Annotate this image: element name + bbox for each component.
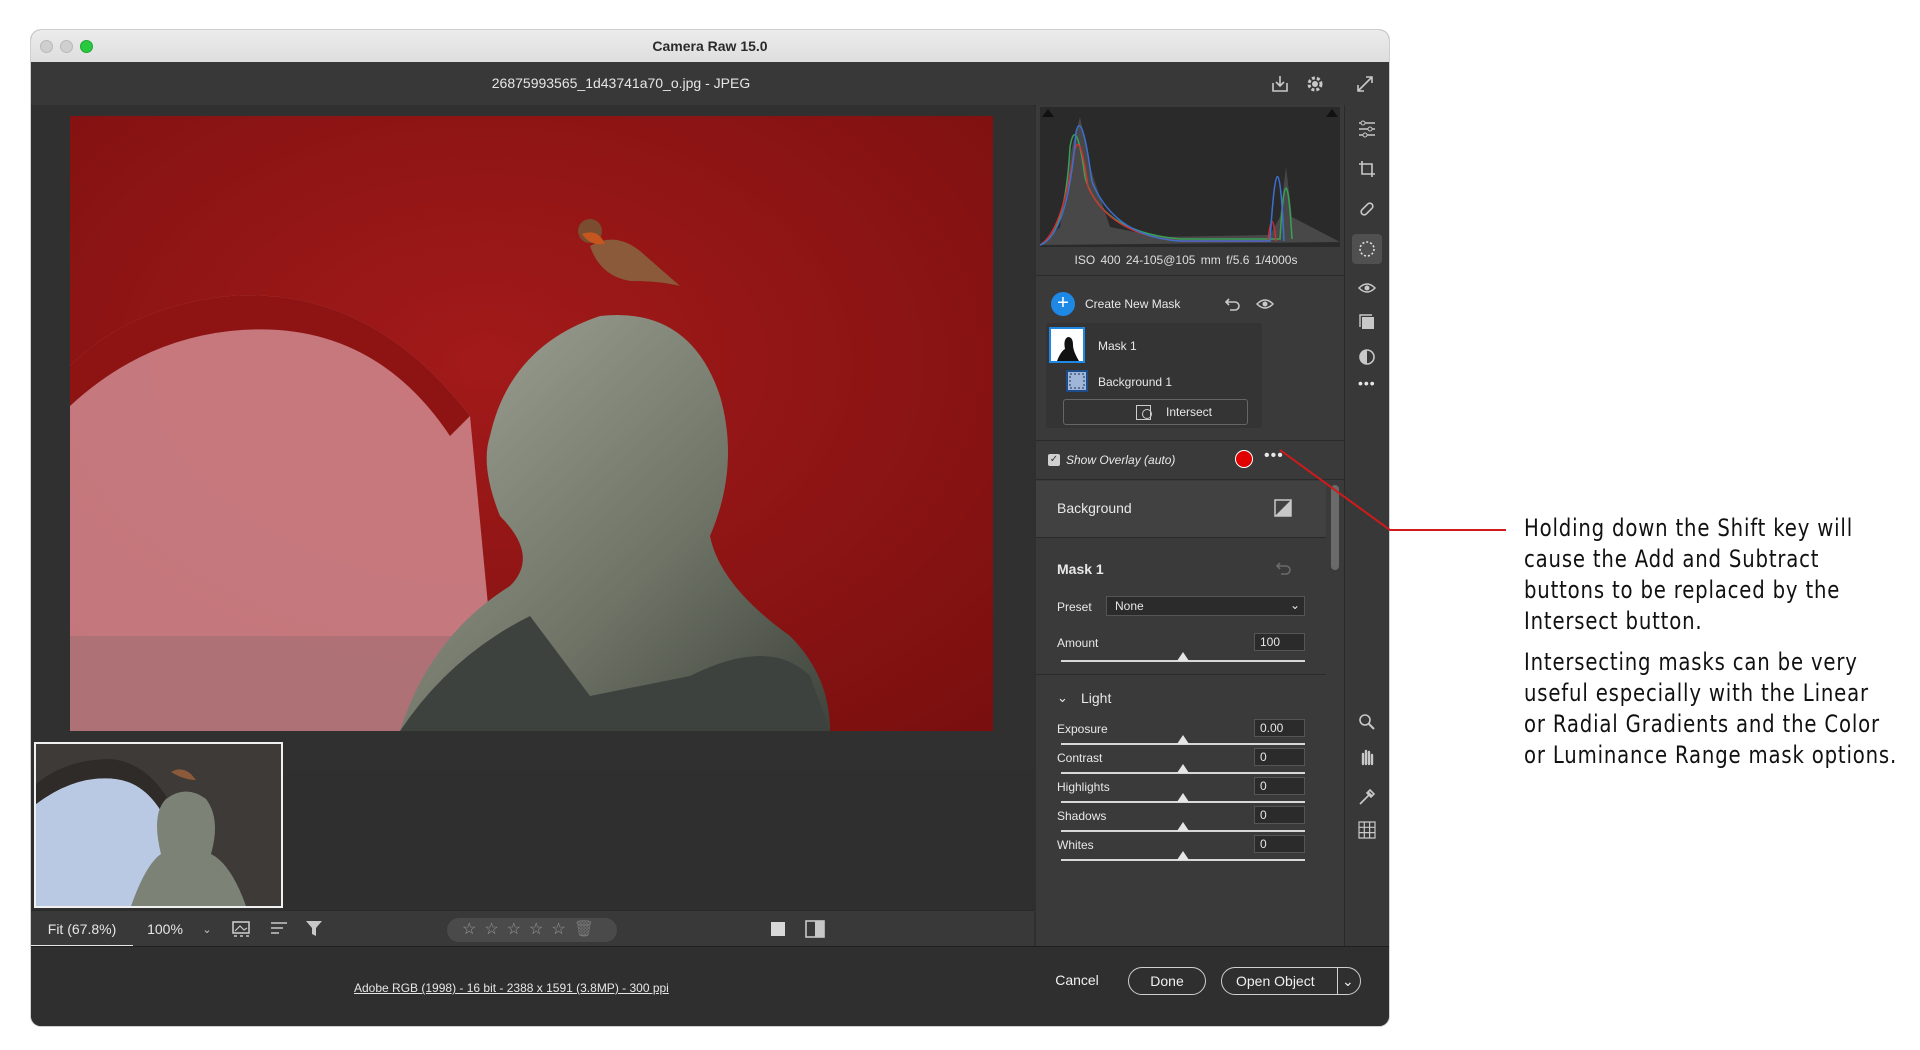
annotation-line-5: Intersecting masks can be very [1524, 648, 1858, 676]
annotation-line-8: or Luminance Range mask options. [1524, 741, 1898, 769]
annotation-line-1: Holding down the Shift key will [1524, 514, 1854, 542]
annotation-line-7: or Radial Gradients and the Color [1524, 710, 1880, 738]
annotation-line-3: buttons to be replaced by the [1524, 576, 1841, 604]
annotation-line-2: cause the Add and Subtract [1524, 545, 1820, 573]
annotation-line-4: Intersect button. [1524, 607, 1703, 635]
annotation-line-6: useful especially with the Linear [1524, 679, 1869, 707]
